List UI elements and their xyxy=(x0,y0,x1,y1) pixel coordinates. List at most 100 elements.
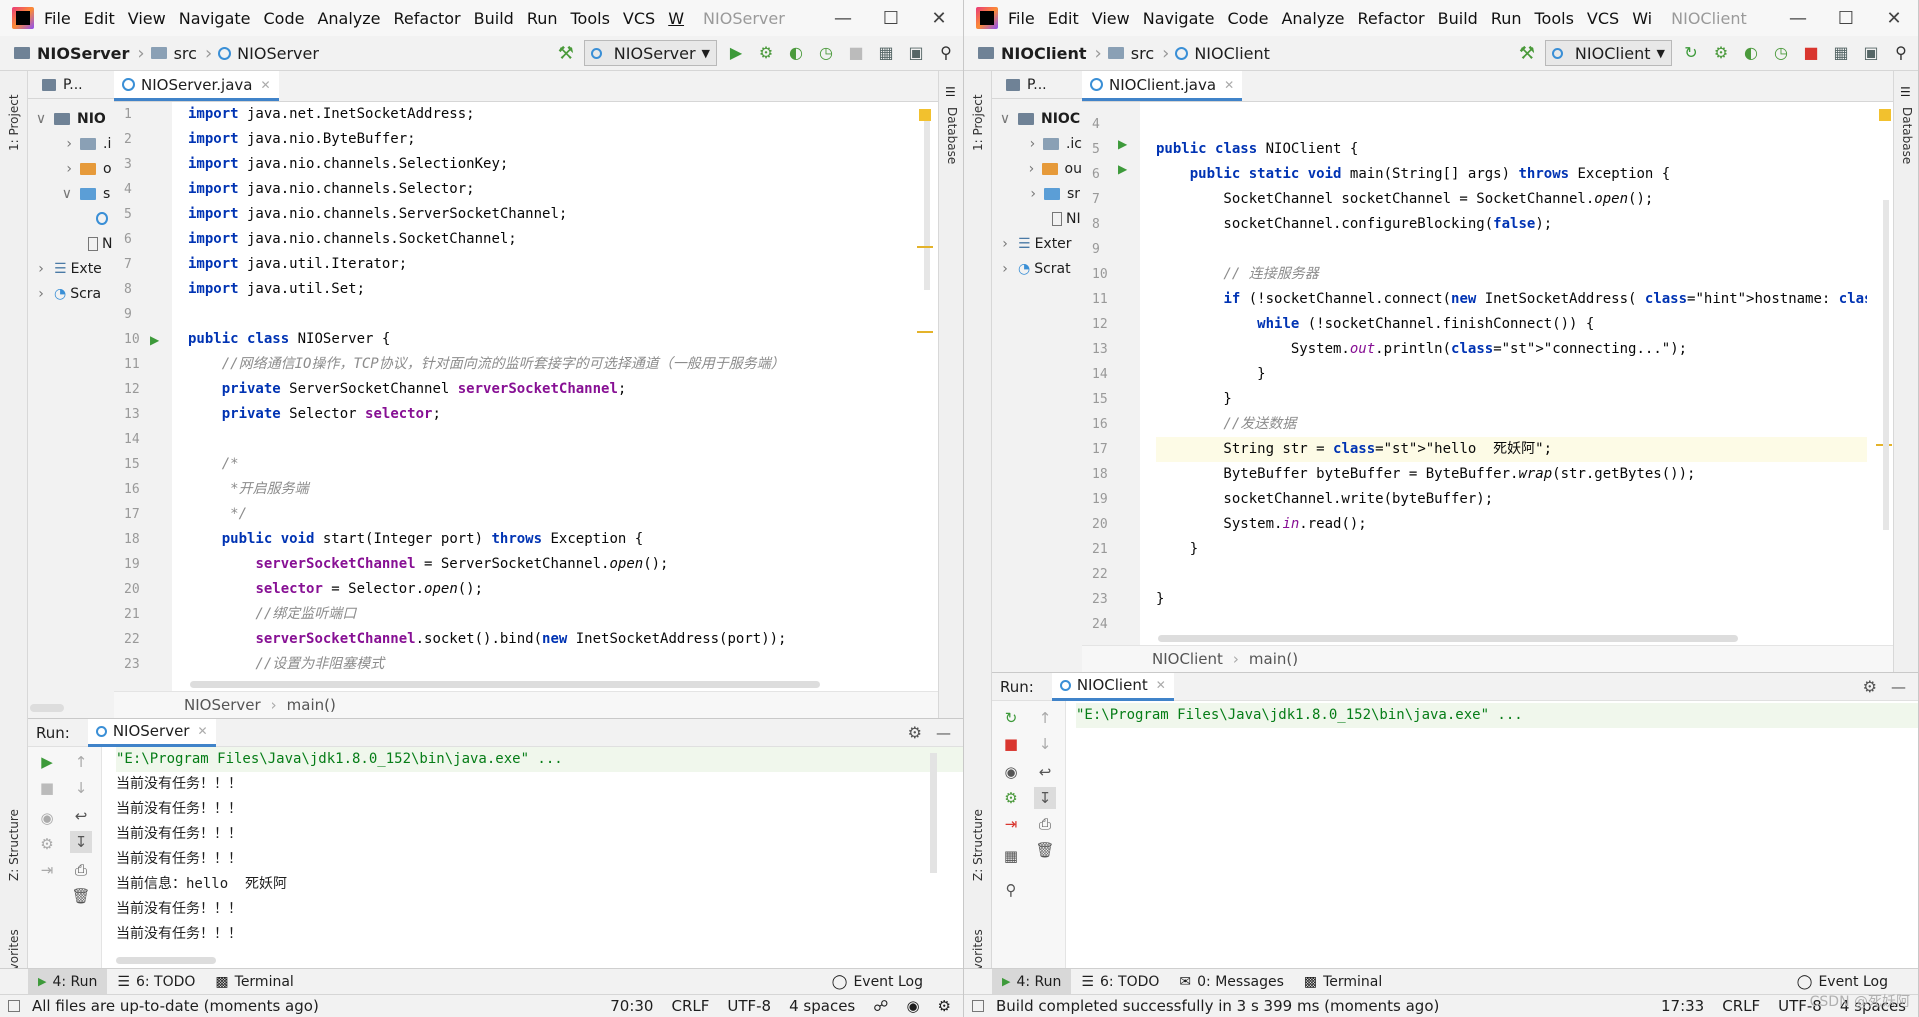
menu-file[interactable]: File xyxy=(1008,9,1035,28)
memory-icon[interactable]: ⚙ xyxy=(938,997,951,1015)
project-structure-icon[interactable]: ▦ xyxy=(875,42,897,64)
tree-item-external-libraries[interactable]: › ☰ Exte xyxy=(28,256,114,281)
code-text[interactable]: public class NIOClient { public static v… xyxy=(1140,102,1867,672)
run-gutter-icon[interactable]: ▶ xyxy=(150,333,159,347)
status-icon[interactable] xyxy=(8,1000,20,1012)
tree-item-scratches[interactable]: › ◔ Scrat xyxy=(992,256,1082,281)
code-line[interactable]: public static void main(String[] args) t… xyxy=(1156,162,1867,187)
pin-icon[interactable]: ⚲ xyxy=(1000,879,1022,901)
maximize-icon[interactable]: ☐ xyxy=(867,8,915,29)
code-editor[interactable]: NIOServer.java ✕ 1 2 3 4 5 6 7 8 9 10 11 12 13 14 15 16… xyxy=(114,71,938,718)
lock-icon[interactable]: ☍ xyxy=(873,997,888,1015)
code-line[interactable]: selector = Selector.open(); xyxy=(188,577,912,602)
coverage-icon[interactable]: ◐ xyxy=(1740,42,1762,64)
console-output[interactable]: "E:\Program Files\Java\jdk1.8.0_152\bin\… xyxy=(1076,703,1918,968)
arrow-up-icon[interactable]: ↑ xyxy=(70,751,92,773)
run-tab-nioclient[interactable]: NIOClient ✕ xyxy=(1051,672,1174,701)
menu-window[interactable]: Wi xyxy=(1632,9,1652,28)
menu-run[interactable]: Run xyxy=(527,9,558,28)
breadcrumb-src[interactable]: src xyxy=(1131,44,1154,63)
arrow-up-icon[interactable]: ↑ xyxy=(1034,707,1056,729)
print-icon[interactable]: ⎙ xyxy=(1034,813,1056,835)
print-icon[interactable]: ⎙ xyxy=(70,859,92,881)
code-line[interactable]: while (!socketChannel.finishConnect()) { xyxy=(1156,312,1867,337)
hide-panel-icon[interactable]: — xyxy=(936,724,951,742)
code-line[interactable]: import java.nio.channels.SelectionKey; xyxy=(188,152,912,177)
tree-item-root[interactable]: ∨ NIOC xyxy=(992,106,1082,131)
menu-navigate[interactable]: Navigate xyxy=(1143,9,1215,28)
crumb-method[interactable]: main() xyxy=(287,696,336,714)
code-line[interactable]: /* xyxy=(188,452,912,477)
tool-window-project[interactable]: 1: Project xyxy=(7,94,21,151)
menu-vcs[interactable]: VCS xyxy=(623,9,655,28)
code-line[interactable] xyxy=(1156,562,1867,587)
tree-item-class[interactable] xyxy=(28,206,114,231)
breadcrumb-class[interactable]: NIOServer xyxy=(237,44,319,63)
breadcrumb-project[interactable]: NIOClient xyxy=(1001,44,1087,63)
tree-item-external-libraries[interactable]: › ☰ Exter xyxy=(992,231,1082,256)
arrow-down-icon[interactable]: ↓ xyxy=(1034,733,1056,755)
menu-edit[interactable]: Edit xyxy=(1048,9,1079,28)
code-line[interactable] xyxy=(1156,237,1867,262)
menu-window[interactable]: W xyxy=(668,9,684,28)
console-output[interactable]: "E:\Program Files\Java\jdk1.8.0_152\bin\… xyxy=(116,747,963,968)
code-line[interactable]: import java.nio.ByteBuffer; xyxy=(188,127,912,152)
code-line[interactable]: socketChannel.write(byteBuffer); xyxy=(1156,487,1867,512)
rerun-icon[interactable]: ↻ xyxy=(1000,707,1022,729)
code-line[interactable]: private ServerSocketChannel serverSocket… xyxy=(188,377,912,402)
status-message[interactable]: Build completed successfully in 3 s 399 … xyxy=(996,997,1439,1015)
close-tab-icon[interactable]: ✕ xyxy=(260,78,270,92)
run-config-select[interactable]: NIOServer ▼ xyxy=(583,40,717,66)
minimize-icon[interactable]: — xyxy=(1774,8,1822,29)
code-line[interactable]: ByteBuffer byteBuffer = ByteBuffer.wrap(… xyxy=(1156,462,1867,487)
code-line[interactable]: import java.util.Set; xyxy=(188,277,912,302)
code-line[interactable]: } xyxy=(1156,537,1867,562)
code-line[interactable]: SocketChannel socketChannel = SocketChan… xyxy=(1156,187,1867,212)
gear-icon[interactable]: ⚙ xyxy=(908,723,922,742)
menu-tools[interactable]: Tools xyxy=(571,9,610,28)
project-view-select[interactable]: P... xyxy=(1027,77,1047,93)
close-tab-icon[interactable]: ✕ xyxy=(1224,78,1234,92)
code-line[interactable]: public class NIOClient { xyxy=(1156,137,1867,162)
tree-item-root[interactable]: ∨ NIO xyxy=(28,106,114,131)
trash-icon[interactable]: 🗑 xyxy=(1034,839,1056,861)
project-view-select[interactable]: P... xyxy=(63,77,83,93)
debug-icon[interactable]: ⚙ xyxy=(36,833,58,855)
breadcrumb-class[interactable]: NIOClient xyxy=(1194,44,1270,63)
close-tab-icon[interactable]: ✕ xyxy=(197,724,207,738)
code-line[interactable]: System.out.println(class="st">"connectin… xyxy=(1156,337,1867,362)
code-line[interactable]: } xyxy=(1156,587,1867,612)
editor-vertical-scrollbar[interactable] xyxy=(924,110,930,290)
run-gutter-icon[interactable]: ▶ xyxy=(1118,162,1127,176)
stop-icon[interactable]: ■ xyxy=(845,42,867,64)
console-scrollbar[interactable] xyxy=(930,753,937,873)
menu-vcs[interactable]: VCS xyxy=(1587,9,1619,28)
tree-item-iml[interactable]: N xyxy=(28,231,114,256)
tool-window-structure[interactable]: Z: Structure xyxy=(7,809,21,881)
trash-icon[interactable]: 🗑 xyxy=(70,885,92,907)
code-line[interactable]: //网络通信IO操作，TCP协议，针对面向流的监听套接字的可选择通道（一般用于服… xyxy=(188,352,912,377)
crumb-class[interactable]: NIOClient xyxy=(1152,650,1223,668)
caret-position[interactable]: 70:30 xyxy=(610,997,653,1015)
project-structure-icon[interactable]: ▦ xyxy=(1830,42,1852,64)
line-separator[interactable]: CRLF xyxy=(671,997,709,1015)
minimize-icon[interactable]: — xyxy=(819,8,867,29)
console-horizontal-scrollbar[interactable] xyxy=(116,957,216,964)
menu-file[interactable]: File xyxy=(44,9,71,28)
gear-icon[interactable]: ⚙ xyxy=(1863,677,1877,696)
tab-run[interactable]: ▶ 4: Run xyxy=(992,968,1072,995)
menu-build[interactable]: Build xyxy=(474,9,514,28)
code-editor[interactable]: NIOClient.java ✕ 4 5 6 7 8 9 10 11 12 13 14 15 16 17 1… xyxy=(1082,71,1893,672)
tab-messages[interactable]: ✉ 0: Messages xyxy=(1169,969,1293,995)
code-line[interactable] xyxy=(1156,612,1867,637)
inspector-icon[interactable]: ◉ xyxy=(906,997,919,1015)
scroll-to-end-icon[interactable]: ↧ xyxy=(1034,787,1056,809)
menu-navigate[interactable]: Navigate xyxy=(179,9,251,28)
tree-item-src[interactable]: ∨ s xyxy=(28,181,114,206)
code-line[interactable]: import java.util.Iterator; xyxy=(188,252,912,277)
menu-analyze[interactable]: Analyze xyxy=(1281,9,1344,28)
tab-event-log[interactable]: ◯ Event Log xyxy=(822,969,933,995)
run-config-select[interactable]: NIOClient ▼ xyxy=(1544,40,1672,66)
tree-item-idea[interactable]: › .ic xyxy=(992,131,1082,156)
search-icon[interactable]: ⚲ xyxy=(935,42,957,64)
